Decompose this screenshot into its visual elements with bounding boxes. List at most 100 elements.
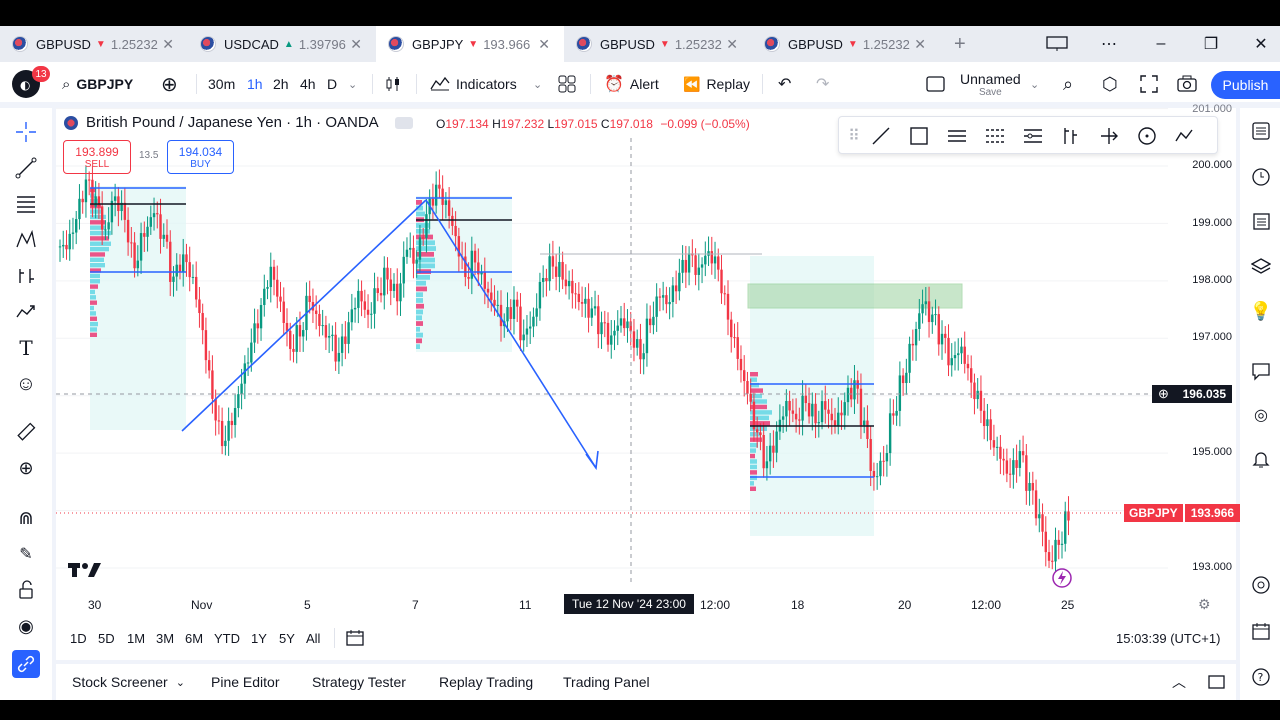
tab-usdcad[interactable]: USDCAD ▲ 1.39796 ✕ bbox=[188, 26, 376, 62]
clock-timezone[interactable]: 15:03:39 (UTC+1) bbox=[1116, 624, 1220, 652]
range-ytd[interactable]: YTD bbox=[214, 624, 240, 652]
target-icon[interactable] bbox=[1248, 572, 1274, 598]
crosshair-icon[interactable] bbox=[12, 118, 40, 146]
lock-icon[interactable] bbox=[12, 576, 40, 604]
ideas-bulb-icon[interactable]: 💡 bbox=[1248, 298, 1274, 324]
tab-trading-panel[interactable]: Trading Panel bbox=[563, 664, 650, 700]
data-window-icon[interactable] bbox=[1248, 208, 1274, 234]
fib-levels-icon[interactable] bbox=[982, 123, 1008, 149]
help-icon[interactable]: ? bbox=[1248, 664, 1274, 690]
range-1d[interactable]: 1D bbox=[70, 624, 87, 652]
templates-icon[interactable] bbox=[558, 62, 576, 106]
restore-icon[interactable]: ❐ bbox=[1194, 26, 1228, 62]
sell-button[interactable]: 193.899 SELL bbox=[63, 140, 131, 174]
channel-icon[interactable] bbox=[1020, 123, 1046, 149]
maximize-panel-icon[interactable] bbox=[1208, 664, 1226, 700]
zoom-in-icon[interactable]: ⊕ bbox=[12, 454, 40, 482]
screen-icon[interactable] bbox=[1040, 26, 1074, 62]
circle-tool-icon[interactable] bbox=[1134, 123, 1160, 149]
emoji-icon[interactable]: ☺ bbox=[12, 370, 40, 398]
chevron-up-icon[interactable]: ︿ bbox=[1172, 664, 1186, 700]
range-1y[interactable]: 1Y bbox=[251, 624, 267, 652]
notifications-bell-icon[interactable] bbox=[1248, 446, 1274, 472]
settings-gear-icon[interactable]: ⬡ bbox=[1102, 62, 1118, 106]
magnet-icon[interactable]: ⋒ bbox=[12, 504, 40, 532]
axis-settings-icon[interactable]: ⚙ bbox=[1198, 596, 1211, 613]
compare-add-icon[interactable]: ⊕ bbox=[161, 62, 178, 106]
chat-icon[interactable] bbox=[1248, 358, 1274, 384]
interval-4h[interactable]: 4h bbox=[300, 62, 316, 106]
brush-icon[interactable] bbox=[12, 298, 40, 326]
symbol-search[interactable]: ⌕ GBPJPY bbox=[62, 62, 133, 106]
rectangle-tool-icon[interactable] bbox=[906, 123, 932, 149]
range-3m[interactable]: 3M bbox=[156, 624, 174, 652]
close-icon[interactable]: ✕ bbox=[162, 36, 174, 53]
chevron-down-icon[interactable]: ⌄ bbox=[533, 62, 542, 106]
undo-icon[interactable]: ↶ bbox=[778, 62, 791, 106]
streams-icon[interactable]: ◎ bbox=[1248, 402, 1274, 428]
date-range-icon[interactable] bbox=[1096, 123, 1122, 149]
eye-icon[interactable]: ◉ bbox=[12, 612, 40, 640]
buy-button[interactable]: 194.034 BUY bbox=[167, 140, 234, 174]
chart-pane[interactable]: British Pound / Japanese Yen · 1h · OAND… bbox=[56, 108, 1236, 660]
tab-gbpusd-3[interactable]: GBPUSD ▼ 1.25232 ✕ bbox=[752, 26, 940, 62]
close-icon[interactable]: ✕ bbox=[726, 36, 738, 53]
horizontal-lines-icon[interactable] bbox=[944, 123, 970, 149]
close-icon[interactable]: ✕ bbox=[538, 36, 550, 53]
layout-checkbox-icon[interactable] bbox=[926, 62, 946, 106]
chart-type-icon[interactable] bbox=[384, 62, 402, 106]
ruler-icon[interactable] bbox=[12, 418, 40, 446]
alerts-clock-icon[interactable] bbox=[1248, 164, 1274, 190]
calendar-icon[interactable] bbox=[1248, 618, 1274, 644]
range-all[interactable]: All bbox=[306, 624, 320, 652]
tab-replay-trading[interactable]: Replay Trading bbox=[439, 664, 533, 700]
range-1m[interactable]: 1M bbox=[127, 624, 145, 652]
layers-icon[interactable] bbox=[1248, 254, 1274, 280]
range-6m[interactable]: 6M bbox=[185, 624, 203, 652]
tab-gbpusd-2[interactable]: GBPUSD ▼ 1.25232 ✕ bbox=[564, 26, 752, 62]
price-chart[interactable] bbox=[56, 108, 1236, 624]
link-icon[interactable] bbox=[12, 650, 40, 678]
trend-line-icon[interactable] bbox=[12, 154, 40, 182]
tab-pine-editor[interactable]: Pine Editor bbox=[211, 664, 279, 700]
fib-retracement-icon[interactable] bbox=[12, 190, 40, 218]
replay-button[interactable]: ⏪ Replay bbox=[683, 62, 750, 106]
quick-search-icon[interactable]: ⌕ bbox=[1063, 62, 1073, 106]
tab-gbpusd-1[interactable]: GBPUSD ▼ 1.25232 ✕ bbox=[0, 26, 188, 62]
interval-30m[interactable]: 30m bbox=[208, 62, 235, 106]
new-tab-button[interactable]: + bbox=[944, 26, 980, 62]
pencil-lock-icon[interactable]: ✎ bbox=[12, 540, 40, 568]
alert-button[interactable]: ⏰ Alert bbox=[604, 62, 659, 106]
minimize-icon[interactable]: – bbox=[1144, 26, 1178, 62]
lightning-icon[interactable] bbox=[1052, 568, 1072, 593]
indicators-button[interactable]: Indicators bbox=[430, 62, 517, 106]
chevron-down-icon[interactable]: ⌄ bbox=[348, 62, 357, 106]
more-icon[interactable]: ⋯ bbox=[1092, 26, 1126, 62]
tab-strategy-tester[interactable]: Strategy Tester bbox=[312, 664, 406, 700]
camera-icon[interactable] bbox=[1177, 62, 1197, 106]
path-tool-icon[interactable] bbox=[1172, 123, 1198, 149]
line-tool-icon[interactable] bbox=[868, 123, 894, 149]
collapse-icon[interactable] bbox=[395, 117, 413, 129]
fullscreen-icon[interactable] bbox=[1140, 62, 1158, 106]
interval-d[interactable]: D bbox=[327, 62, 337, 106]
watchlist-icon[interactable] bbox=[1248, 118, 1274, 144]
text-tool-icon[interactable]: T bbox=[12, 334, 40, 362]
redo-icon[interactable]: ↷ bbox=[816, 62, 829, 106]
tab-gbpjpy-active[interactable]: GBPJPY ▼ 193.966 ✕ bbox=[376, 26, 564, 62]
range-5y[interactable]: 5Y bbox=[279, 624, 295, 652]
legend-title[interactable]: British Pound / Japanese Yen · 1h · OAND… bbox=[86, 114, 379, 131]
close-icon[interactable]: ✕ bbox=[914, 36, 926, 53]
close-icon[interactable]: ✕ bbox=[350, 36, 362, 53]
chevron-down-icon[interactable]: ⌄ bbox=[1030, 62, 1039, 106]
goto-date-icon[interactable] bbox=[346, 624, 366, 652]
layout-name[interactable]: Unnamed Save bbox=[960, 62, 1021, 106]
range-5d[interactable]: 5D bbox=[98, 624, 115, 652]
tab-stock-screener[interactable]: Stock Screener ⌄ bbox=[72, 664, 185, 700]
crosshair-add-icon[interactable]: ⊕ bbox=[1158, 386, 1169, 402]
interval-2h[interactable]: 2h bbox=[273, 62, 289, 106]
publish-button[interactable]: Publish bbox=[1211, 71, 1280, 99]
pattern-icon[interactable] bbox=[12, 226, 40, 254]
interval-1h[interactable]: 1h bbox=[247, 62, 263, 106]
drag-handle-icon[interactable]: ⠿ bbox=[841, 123, 867, 149]
